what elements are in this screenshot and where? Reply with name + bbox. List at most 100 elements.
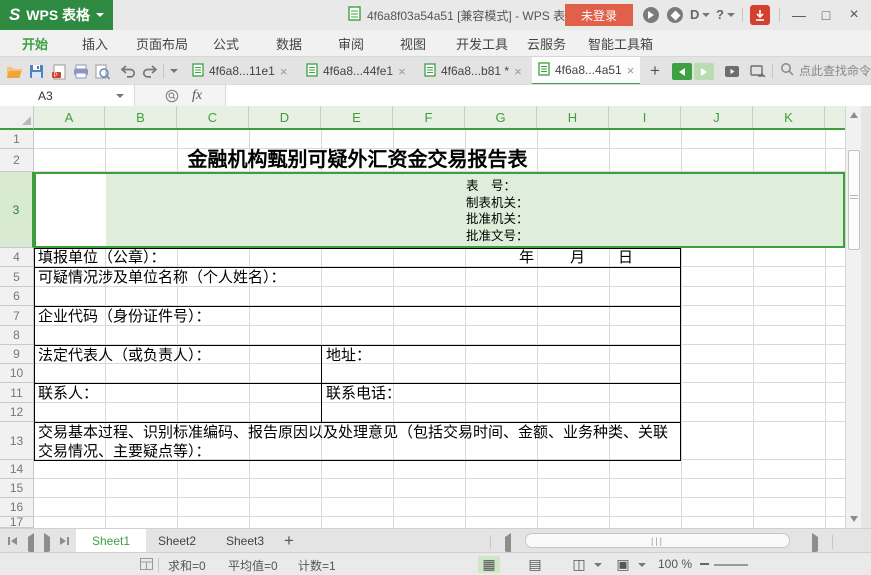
export-pdf-icon[interactable]: P (49, 62, 68, 81)
help-button[interactable]: ? (716, 7, 735, 22)
insert-function-icon[interactable]: fx (192, 88, 202, 104)
horizontal-scroll-thumb[interactable]: ||| (525, 533, 790, 548)
last-sheet-icon[interactable] (60, 537, 69, 545)
active-cell-A3[interactable] (36, 174, 106, 246)
menu-tab-view[interactable]: 视图 (400, 30, 426, 56)
save-icon[interactable] (27, 62, 46, 81)
wps-menu-button[interactable]: S WPS 表格 (0, 0, 113, 30)
menu-tab-cloud[interactable]: 云服务 (527, 30, 566, 56)
select-all-corner[interactable] (0, 106, 34, 130)
minimize-button[interactable]: — (786, 0, 812, 30)
row-header-5[interactable]: 5 (0, 267, 34, 287)
close-tab-icon[interactable]: × (398, 64, 406, 79)
close-tab-icon[interactable]: × (627, 63, 635, 78)
normal-view-icon[interactable]: ▦ (478, 556, 500, 573)
row-header-17[interactable]: 17 (0, 515, 34, 529)
column-header-B[interactable]: B (105, 106, 177, 128)
scroll-up-icon[interactable] (850, 112, 858, 118)
menu-tab-page-layout[interactable]: 页面布局 (136, 30, 188, 56)
vertical-scroll-thumb[interactable] (848, 150, 860, 250)
sheet-tab-sheet2[interactable]: Sheet2 (142, 529, 212, 552)
skin-icon[interactable] (643, 7, 659, 23)
ink-pen-button[interactable]: D (690, 7, 711, 22)
row-header-10[interactable]: 10 (0, 364, 34, 383)
chevron-down-icon[interactable] (638, 563, 646, 567)
row-header-9[interactable]: 9 (0, 345, 34, 364)
column-header-H[interactable]: H (537, 106, 609, 128)
worksheet-cells[interactable]: 金融机构甄别可疑外汇资金交易报告表 表 号： 制表机关： 批准机关： 批准文号：… (34, 130, 845, 528)
row-header-15[interactable]: 15 (0, 479, 34, 498)
formula-input[interactable] (225, 85, 871, 107)
close-button[interactable]: × (841, 0, 867, 30)
menu-tab-formulas[interactable]: 公式 (213, 30, 239, 56)
zoom-level[interactable]: 100 % (658, 557, 692, 571)
document-tab-3[interactable]: 4f6a8...b81 * × (418, 57, 528, 85)
sheet-tab-sheet1[interactable]: Sheet1 (76, 529, 147, 552)
page-layout-view-icon[interactable]: ▤ (524, 556, 546, 573)
download-icon[interactable] (750, 5, 770, 25)
find-command-search[interactable]: 点此查找命令 (780, 62, 871, 79)
menu-tab-data[interactable]: 数据 (276, 30, 302, 56)
undo-icon[interactable] (118, 62, 137, 81)
tab-scroll-left-button[interactable] (672, 63, 692, 80)
add-sheet-button[interactable]: + (284, 531, 294, 551)
share-document-icon[interactable] (748, 62, 767, 81)
menu-tab-home[interactable]: 开始 (22, 30, 48, 56)
row-header-13[interactable]: 13 (0, 422, 34, 460)
column-header-A[interactable]: A (34, 106, 105, 128)
column-header-C[interactable]: C (177, 106, 249, 128)
document-tab-2[interactable]: 4f6a8...44fe1 × (300, 57, 412, 85)
next-sheet-icon[interactable] (44, 533, 50, 555)
selection-row-3[interactable]: 表 号： 制表机关： 批准机关： 批准文号： (34, 172, 845, 248)
row-header-12[interactable]: 12 (0, 403, 34, 422)
column-header-K[interactable]: K (753, 106, 825, 128)
workspace-icon[interactable] (722, 62, 741, 81)
chevron-down-icon[interactable] (116, 94, 124, 98)
column-header-J[interactable]: J (681, 106, 753, 128)
zoom-slider[interactable] (714, 564, 748, 566)
column-header-E[interactable]: E (321, 106, 393, 128)
menu-tab-review[interactable]: 审阅 (338, 30, 364, 56)
row-header-1[interactable]: 1 (0, 130, 34, 149)
login-button[interactable]: 未登录 (565, 4, 633, 26)
vertical-scrollbar[interactable] (845, 106, 861, 528)
row-header-2[interactable]: 2 (0, 149, 34, 172)
menu-tab-developer[interactable]: 开发工具 (456, 30, 508, 56)
column-header-G[interactable]: G (465, 106, 537, 128)
print-icon[interactable] (71, 62, 90, 81)
close-tab-icon[interactable]: × (280, 64, 288, 79)
menu-tab-smart-toolbox[interactable]: 智能工具箱 (588, 30, 653, 56)
zoom-out-icon[interactable] (700, 563, 709, 565)
theme-icon[interactable] (667, 7, 683, 23)
page-break-view-icon[interactable]: ◫ (568, 556, 590, 573)
row-header-6[interactable]: 6 (0, 287, 34, 306)
sheet-tab-sheet3[interactable]: Sheet3 (210, 529, 280, 552)
column-header-D[interactable]: D (249, 106, 321, 128)
column-header-F[interactable]: F (393, 106, 465, 128)
close-tab-icon[interactable]: × (514, 64, 522, 79)
tab-scroll-right-button[interactable] (694, 63, 714, 80)
row-header-14[interactable]: 14 (0, 460, 34, 479)
reading-mode-icon[interactable]: ▣ (612, 556, 634, 573)
new-tab-button[interactable]: + (650, 61, 660, 81)
open-file-icon[interactable] (5, 62, 24, 81)
document-tab-1[interactable]: 4f6a8...11e1 × (186, 57, 293, 85)
menu-tab-insert[interactable]: 插入 (82, 30, 108, 56)
row-header-8[interactable]: 8 (0, 326, 34, 345)
hscroll-left-icon[interactable] (505, 533, 511, 555)
document-tab-4-active[interactable]: 4f6a8...4a51 × (532, 57, 641, 85)
smart-search-icon[interactable] (165, 89, 179, 106)
row-header-4[interactable]: 4 (0, 248, 34, 267)
maximize-button[interactable]: □ (813, 0, 839, 30)
row-header-3[interactable]: 3 (0, 172, 34, 248)
row-header-11[interactable]: 11 (0, 383, 34, 403)
print-preview-icon[interactable] (93, 62, 112, 81)
scroll-down-icon[interactable] (850, 516, 858, 522)
column-header-I[interactable]: I (609, 106, 681, 128)
hscroll-right-icon[interactable] (812, 533, 818, 555)
first-sheet-icon[interactable] (8, 537, 17, 545)
row-header-7[interactable]: 7 (0, 306, 34, 326)
previous-sheet-icon[interactable] (28, 533, 34, 555)
name-box[interactable]: A3 (0, 85, 135, 107)
toolbar-options-chevron-icon[interactable] (170, 69, 178, 73)
